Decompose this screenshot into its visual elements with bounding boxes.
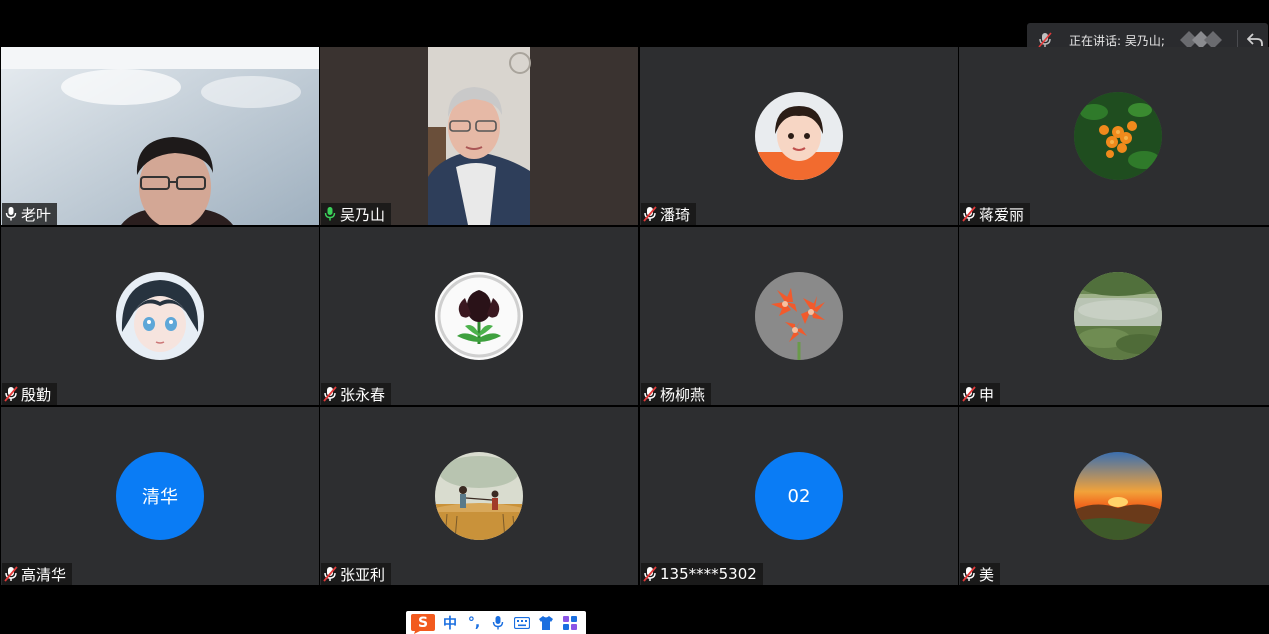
keyboard-icon[interactable] — [510, 611, 534, 634]
nameplate: 杨柳燕 — [641, 383, 712, 405]
nameplate: 潘琦 — [641, 203, 697, 225]
participant-name: 美 — [979, 565, 995, 584]
muted-mic-icon — [962, 386, 976, 402]
nameplate: 135****5302 — [641, 563, 763, 585]
nameplate: 张永春 — [321, 383, 392, 405]
participant-name: 吴乃山 — [340, 205, 386, 224]
punctuation-toggle[interactable]: °, — [462, 611, 486, 634]
grid-icon[interactable] — [558, 611, 582, 634]
participant-tile[interactable]: 蒋爱丽 — [959, 47, 1269, 225]
input-mode-toggle[interactable]: 中 — [438, 611, 462, 634]
participant-tile[interactable]: 申 — [959, 227, 1269, 405]
participant-name: 张亚利 — [340, 565, 386, 584]
ime-toolbar: S 中 °, — [406, 611, 586, 634]
participant-tile[interactable]: 潘琦 — [640, 47, 958, 225]
participant-name: 135****5302 — [660, 565, 757, 583]
participant-tile[interactable]: 老叶 — [1, 47, 319, 225]
participant-name: 老叶 — [21, 205, 52, 224]
red-amaryllis-avatar-icon — [755, 272, 843, 360]
muted-mic-icon — [643, 566, 657, 582]
participant-tile[interactable]: 清华高清华 — [1, 407, 319, 585]
nameplate: 吴乃山 — [321, 203, 392, 225]
speaking-label: 正在讲话: 吴乃山; — [1069, 33, 1165, 48]
orange-flowers-avatar-icon — [1074, 92, 1162, 180]
video-grid: 老叶 吴乃山 潘琦 蒋爱丽 殷勤 张永春 杨柳燕申清华 高清华 张亚利 02 135****5302… — [0, 47, 1269, 587]
nameplate: 申 — [960, 383, 1001, 405]
anime-girl-avatar-icon — [116, 272, 204, 360]
mic-icon[interactable] — [486, 611, 510, 634]
participant-name: 张永春 — [340, 385, 386, 404]
meeting-window: 正在讲话: 吴乃山; 老叶 吴乃山 潘琦 蒋爱丽 殷勤 张永春 杨柳燕申清华 高清华 张亚利 02… — [0, 0, 1269, 634]
muted-mic-icon — [4, 386, 18, 402]
muted-mic-icon — [643, 386, 657, 402]
nameplate: 美 — [960, 563, 1001, 585]
shirt-icon[interactable] — [534, 611, 558, 634]
text-avatar: 清华 — [116, 452, 204, 540]
muted-mic-icon — [323, 386, 337, 402]
muted-mic-icon — [962, 206, 976, 222]
video-feed — [1, 47, 319, 225]
participant-tile[interactable]: 殷勤 — [1, 227, 319, 405]
sogou-logo-icon[interactable]: S — [408, 611, 438, 634]
text-avatar: 02 — [755, 452, 843, 540]
mic-icon — [4, 206, 18, 222]
participant-tile[interactable]: 吴乃山 — [320, 47, 638, 225]
nameplate: 殷勤 — [2, 383, 58, 405]
muted-mic-icon — [962, 566, 976, 582]
participant-tile[interactable]: 美 — [959, 407, 1269, 585]
video-feed — [320, 47, 638, 225]
participant-name: 杨柳燕 — [660, 385, 706, 404]
wheat-field-people-avatar-icon — [435, 452, 523, 540]
muted-mic-icon — [643, 206, 657, 222]
participant-name: 潘琦 — [660, 205, 691, 224]
participant-tile[interactable]: 杨柳燕 — [640, 227, 958, 405]
participant-name: 蒋爱丽 — [979, 205, 1025, 224]
sunset-landscape-avatar-icon — [1074, 452, 1162, 540]
participant-name: 高清华 — [21, 565, 67, 584]
participant-name: 申 — [979, 385, 995, 404]
pond-landscape-avatar-icon — [1074, 272, 1162, 360]
girl-portrait-avatar-icon — [755, 92, 843, 180]
muted-mic-icon — [4, 566, 18, 582]
svg-text:S: S — [418, 615, 428, 631]
participant-tile[interactable]: 张永春 — [320, 227, 638, 405]
muted-mic-icon — [323, 566, 337, 582]
participant-tile[interactable]: 张亚利 — [320, 407, 638, 585]
nameplate: 高清华 — [2, 563, 73, 585]
participant-tile[interactable]: 02 135****5302 — [640, 407, 958, 585]
avatar-text: 02 — [787, 485, 811, 507]
nameplate: 老叶 — [2, 203, 58, 225]
nameplate: 张亚利 — [321, 563, 392, 585]
black-calla-lily-avatar-icon — [435, 272, 523, 360]
participant-name: 殷勤 — [21, 385, 52, 404]
mic-icon — [323, 206, 337, 222]
nameplate: 蒋爱丽 — [960, 203, 1031, 225]
avatar-text: 清华 — [142, 487, 178, 508]
